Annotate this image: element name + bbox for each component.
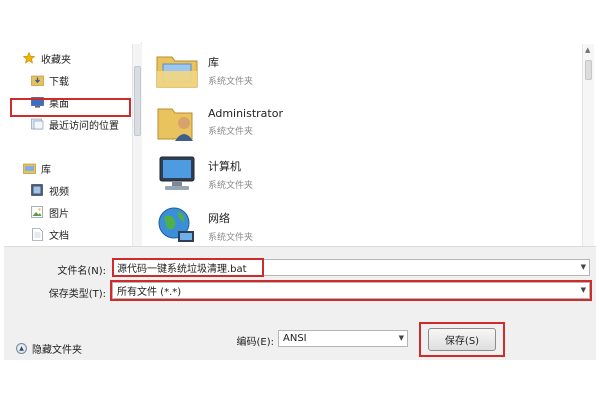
file-name: 库 — [208, 55, 219, 69]
nav-pictures-label: 图片 — [49, 208, 69, 220]
filename-label: 文件名(N): — [57, 266, 106, 277]
nav-favorites[interactable]: 收藏夹 — [22, 48, 71, 68]
nav-downloads-label: 下载 — [49, 76, 69, 88]
nav-scrollbar-thumb[interactable] — [134, 66, 141, 136]
nav-documents-label: 文档 — [49, 230, 69, 242]
scroll-up-icon[interactable]: ▲ — [585, 46, 590, 54]
chevron-up-icon: ▲ — [16, 343, 27, 354]
nav-recent-places-label: 最近访问的位置 — [49, 120, 119, 132]
encoding-select[interactable]: ANSI ▼ — [278, 330, 408, 347]
dialog-bottom-panel: 文件名(N): 源代码一键系统垃圾清理.bat ▼ 保存类型(T): 所有文件 … — [4, 246, 596, 360]
encoding-value: ANSI — [283, 333, 307, 344]
nav-library-label: 库 — [41, 164, 51, 176]
nav-video-label: 视频 — [49, 186, 69, 198]
hide-folders-toggle[interactable]: ▲ 隐藏文件夹 — [16, 341, 82, 356]
file-item-library[interactable]: 库 系统文件夹 — [154, 46, 253, 94]
file-name: 计算机 — [208, 159, 241, 173]
nav-favorites-label: 收藏夹 — [41, 54, 71, 66]
recent-places-icon — [30, 117, 44, 131]
filename-highlight-box — [112, 258, 264, 277]
network-globe-icon — [154, 203, 200, 249]
save-dialog: 收藏夹 下载 桌面 最近访问的位置 库 视频 图片 文档 库 系统文件夹 Adm… — [4, 40, 596, 360]
file-list-scrollbar-thumb[interactable] — [585, 60, 592, 80]
user-folder-icon — [154, 99, 200, 145]
computer-icon — [154, 151, 200, 197]
nav-pictures[interactable]: 图片 — [30, 202, 69, 222]
file-name: Administrator — [208, 107, 283, 120]
file-type: 系统文件夹 — [208, 180, 254, 191]
nav-video[interactable]: 视频 — [30, 180, 69, 200]
chevron-down-icon[interactable]: ▼ — [581, 263, 586, 271]
save-highlight-box — [419, 322, 505, 357]
document-icon — [30, 227, 44, 241]
star-icon — [22, 51, 36, 65]
nav-documents[interactable]: 文档 — [30, 224, 69, 244]
download-folder-icon — [30, 73, 44, 87]
hide-folders-label: 隐藏文件夹 — [32, 345, 82, 356]
file-type: 系统文件夹 — [208, 76, 254, 87]
file-type: 系统文件夹 — [208, 232, 254, 243]
desktop-highlight-box — [10, 98, 131, 117]
filetype-highlight-box — [110, 280, 592, 301]
encoding-label: 编码(E): — [236, 337, 275, 348]
filetype-label: 保存类型(T): — [48, 289, 106, 300]
nav-library[interactable]: 库 — [22, 158, 51, 178]
library-icon — [22, 161, 36, 175]
nav-downloads[interactable]: 下载 — [30, 70, 69, 90]
chevron-down-icon[interactable]: ▼ — [399, 334, 404, 342]
file-type: 系统文件夹 — [208, 127, 254, 137]
video-icon — [30, 183, 44, 197]
file-item-administrator[interactable]: Administrator 系统文件夹 — [154, 98, 283, 146]
picture-icon — [30, 205, 44, 219]
file-item-computer[interactable]: 计算机 系统文件夹 — [154, 150, 253, 198]
file-name: 网络 — [208, 211, 230, 225]
nav-recent-places[interactable]: 最近访问的位置 — [30, 114, 119, 134]
file-item-network[interactable]: 网络 系统文件夹 — [154, 202, 253, 250]
library-folder-icon — [154, 47, 200, 93]
